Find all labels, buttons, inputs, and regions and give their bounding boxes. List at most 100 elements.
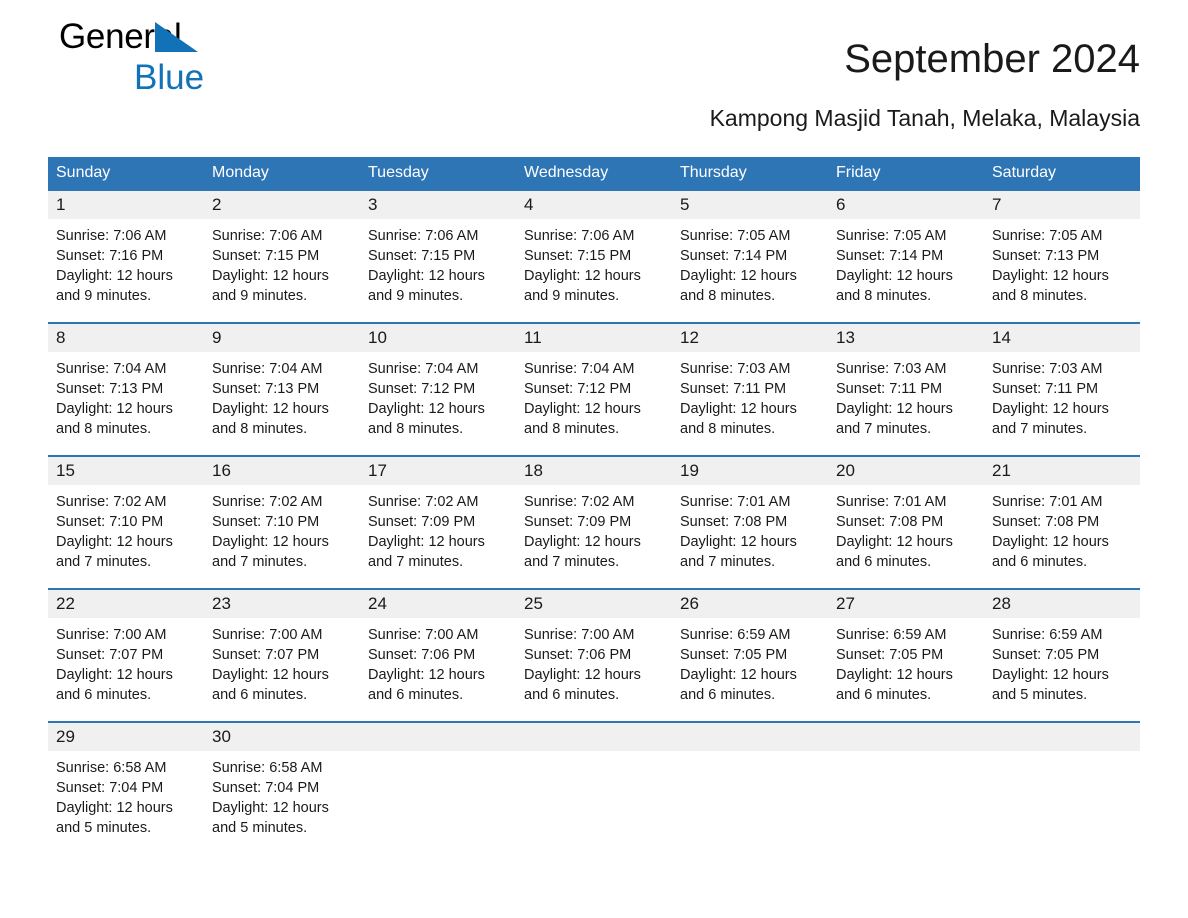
day-number[interactable]: 27 (828, 590, 984, 618)
sunset-text: Sunset: 7:11 PM (992, 381, 1099, 397)
sunset-text: Sunset: 7:12 PM (524, 381, 632, 397)
day-number[interactable]: 16 (204, 457, 360, 485)
sunrise-text: Sunrise: 7:01 AM (680, 494, 791, 510)
day-number[interactable]: 2 (204, 191, 360, 219)
day-cell[interactable]: Sunrise: 6:59 AM Sunset: 7:05 PM Dayligh… (984, 618, 1140, 721)
sunset-text: Sunset: 7:12 PM (368, 381, 476, 397)
day-number[interactable]: 6 (828, 191, 984, 219)
day-cell[interactable]: Sunrise: 7:05 AM Sunset: 7:14 PM Dayligh… (672, 219, 828, 322)
day-cell[interactable]: Sunrise: 7:00 AM Sunset: 7:07 PM Dayligh… (204, 618, 360, 721)
day-cell[interactable]: Sunrise: 7:04 AM Sunset: 7:12 PM Dayligh… (516, 352, 672, 455)
sunrise-text: Sunrise: 7:00 AM (56, 627, 167, 643)
day-number[interactable]: 24 (360, 590, 516, 618)
daylight-text-line1: Daylight: 12 hours (836, 401, 953, 417)
day-number[interactable]: 17 (360, 457, 516, 485)
day-cell[interactable]: Sunrise: 7:03 AM Sunset: 7:11 PM Dayligh… (828, 352, 984, 455)
day-cell[interactable]: Sunrise: 7:01 AM Sunset: 7:08 PM Dayligh… (672, 485, 828, 588)
day-cell[interactable]: Sunrise: 7:00 AM Sunset: 7:06 PM Dayligh… (516, 618, 672, 721)
day-cell[interactable]: Sunrise: 7:02 AM Sunset: 7:10 PM Dayligh… (204, 485, 360, 588)
day-number[interactable]: 26 (672, 590, 828, 618)
day-number[interactable]: 7 (984, 191, 1140, 219)
day-cell[interactable]: Sunrise: 7:02 AM Sunset: 7:10 PM Dayligh… (48, 485, 204, 588)
weekday-header-thursday: Thursday (680, 164, 747, 181)
daylight-text-line2: and 7 minutes. (56, 554, 152, 570)
sunrise-text: Sunrise: 7:03 AM (992, 361, 1103, 377)
calendar-week-row: 29 30 Sunrise: 6:58 AM Sunset: 7:04 PM D… (48, 721, 1140, 854)
sunrise-text: Sunrise: 7:02 AM (56, 494, 167, 510)
day-number[interactable]: 28 (984, 590, 1140, 618)
daylight-text-line2: and 8 minutes. (680, 421, 776, 437)
day-number[interactable]: 10 (360, 324, 516, 352)
sunrise-text: Sunrise: 7:04 AM (524, 361, 635, 377)
day-cell[interactable]: Sunrise: 7:05 AM Sunset: 7:13 PM Dayligh… (984, 219, 1140, 322)
day-number[interactable]: 20 (828, 457, 984, 485)
day-number[interactable]: 22 (48, 590, 204, 618)
day-number[interactable]: 15 (48, 457, 204, 485)
daylight-text-line2: and 9 minutes. (368, 288, 464, 304)
daylight-text-line1: Daylight: 12 hours (368, 268, 485, 284)
daylight-text-line2: and 9 minutes. (524, 288, 620, 304)
sunset-text: Sunset: 7:11 PM (836, 381, 943, 397)
sunrise-text: Sunrise: 7:03 AM (680, 361, 791, 377)
week-daynumber-band: 22 23 24 25 26 27 28 (48, 590, 1140, 618)
day-cell[interactable]: Sunrise: 7:01 AM Sunset: 7:08 PM Dayligh… (984, 485, 1140, 588)
day-number[interactable]: 8 (48, 324, 204, 352)
daylight-text-line2: and 6 minutes. (992, 554, 1088, 570)
day-cell[interactable]: Sunrise: 7:06 AM Sunset: 7:15 PM Dayligh… (516, 219, 672, 322)
daylight-text-line1: Daylight: 12 hours (56, 268, 173, 284)
page-subtitle: Kampong Masjid Tanah, Melaka, Malaysia (709, 105, 1140, 131)
day-cell[interactable]: Sunrise: 7:03 AM Sunset: 7:11 PM Dayligh… (672, 352, 828, 455)
day-number[interactable]: 25 (516, 590, 672, 618)
day-number[interactable]: 5 (672, 191, 828, 219)
daylight-text-line1: Daylight: 12 hours (212, 268, 329, 284)
day-cell[interactable]: Sunrise: 7:04 AM Sunset: 7:13 PM Dayligh… (204, 352, 360, 455)
day-cell[interactable]: Sunrise: 7:02 AM Sunset: 7:09 PM Dayligh… (360, 485, 516, 588)
day-number[interactable]: 14 (984, 324, 1140, 352)
day-cell[interactable]: Sunrise: 7:06 AM Sunset: 7:15 PM Dayligh… (360, 219, 516, 322)
generalblue-logo[interactable]: General Blue (59, 18, 319, 104)
day-cell[interactable]: Sunrise: 7:00 AM Sunset: 7:07 PM Dayligh… (48, 618, 204, 721)
day-cell[interactable]: Sunrise: 6:59 AM Sunset: 7:05 PM Dayligh… (828, 618, 984, 721)
sunrise-text: Sunrise: 7:06 AM (56, 228, 167, 244)
day-number-empty (360, 723, 516, 751)
daylight-text-line1: Daylight: 12 hours (56, 667, 173, 683)
day-number[interactable]: 9 (204, 324, 360, 352)
day-cell[interactable]: Sunrise: 7:04 AM Sunset: 7:12 PM Dayligh… (360, 352, 516, 455)
day-number-empty (984, 723, 1140, 751)
daylight-text-line2: and 8 minutes. (992, 288, 1088, 304)
sunset-text: Sunset: 7:07 PM (212, 647, 320, 663)
day-number[interactable]: 23 (204, 590, 360, 618)
day-number[interactable]: 1 (48, 191, 204, 219)
day-number-empty (516, 723, 672, 751)
day-cell[interactable]: Sunrise: 7:01 AM Sunset: 7:08 PM Dayligh… (828, 485, 984, 588)
day-number[interactable]: 21 (984, 457, 1140, 485)
day-number[interactable]: 29 (48, 723, 204, 751)
day-cell[interactable]: Sunrise: 6:58 AM Sunset: 7:04 PM Dayligh… (48, 751, 204, 854)
sunset-text: Sunset: 7:05 PM (836, 647, 944, 663)
day-cell[interactable]: Sunrise: 7:05 AM Sunset: 7:14 PM Dayligh… (828, 219, 984, 322)
sunset-text: Sunset: 7:07 PM (56, 647, 164, 663)
day-cell[interactable]: Sunrise: 7:06 AM Sunset: 7:15 PM Dayligh… (204, 219, 360, 322)
weekday-header-wednesday: Wednesday (524, 164, 609, 181)
day-number[interactable]: 30 (204, 723, 360, 751)
day-number[interactable]: 19 (672, 457, 828, 485)
day-number[interactable]: 13 (828, 324, 984, 352)
day-cell[interactable]: Sunrise: 7:06 AM Sunset: 7:16 PM Dayligh… (48, 219, 204, 322)
sunset-text: Sunset: 7:13 PM (56, 381, 164, 397)
week-detail-band: Sunrise: 7:02 AM Sunset: 7:10 PM Dayligh… (48, 485, 1140, 588)
day-cell[interactable]: Sunrise: 7:04 AM Sunset: 7:13 PM Dayligh… (48, 352, 204, 455)
day-cell[interactable]: Sunrise: 7:03 AM Sunset: 7:11 PM Dayligh… (984, 352, 1140, 455)
day-number[interactable]: 12 (672, 324, 828, 352)
day-cell[interactable]: Sunrise: 7:00 AM Sunset: 7:06 PM Dayligh… (360, 618, 516, 721)
daylight-text-line2: and 8 minutes. (56, 421, 152, 437)
day-number[interactable]: 3 (360, 191, 516, 219)
day-number[interactable]: 11 (516, 324, 672, 352)
day-number[interactable]: 4 (516, 191, 672, 219)
day-cell[interactable]: Sunrise: 6:58 AM Sunset: 7:04 PM Dayligh… (204, 751, 360, 854)
daylight-text-line2: and 6 minutes. (836, 687, 932, 703)
day-number[interactable]: 18 (516, 457, 672, 485)
daylight-text-line1: Daylight: 12 hours (680, 268, 797, 284)
day-cell[interactable]: Sunrise: 6:59 AM Sunset: 7:05 PM Dayligh… (672, 618, 828, 721)
day-cell[interactable]: Sunrise: 7:02 AM Sunset: 7:09 PM Dayligh… (516, 485, 672, 588)
daylight-text-line2: and 5 minutes. (212, 820, 308, 836)
